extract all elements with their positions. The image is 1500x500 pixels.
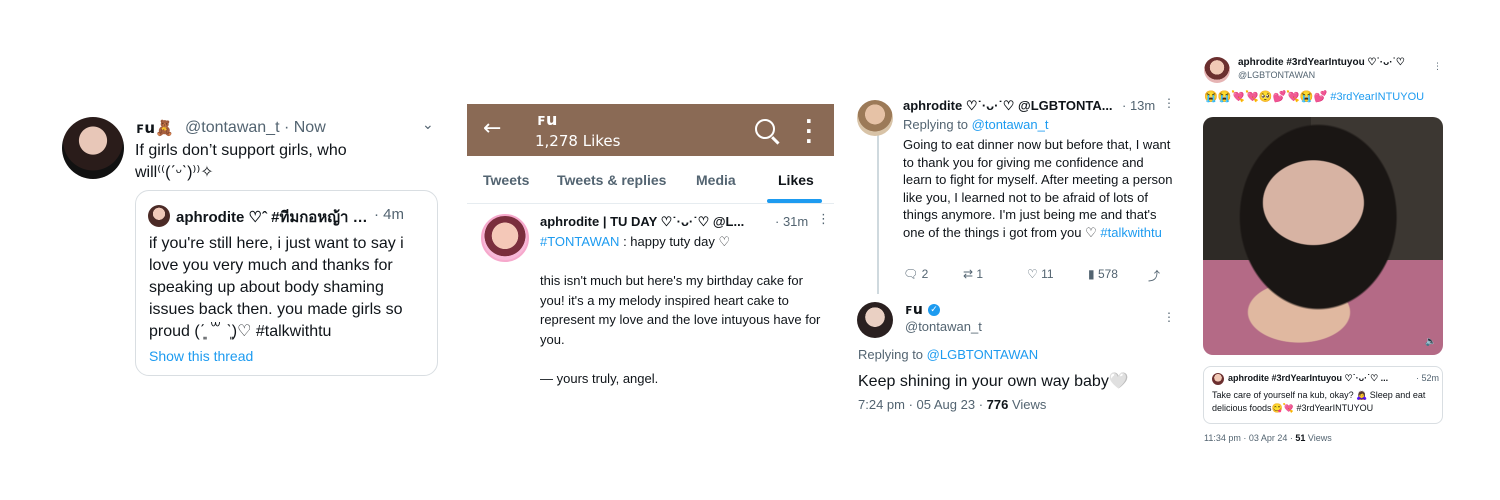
replying-label: Replying to bbox=[903, 117, 972, 132]
speaker-icon[interactable]: 🔈 bbox=[1425, 337, 1436, 347]
tweet-text: If girls don’t support girls, who will⁽⁽… bbox=[135, 142, 347, 181]
tweet-meta: 7:24 pm · 05 Aug 23 · 776 Views bbox=[858, 397, 1046, 412]
views-action[interactable]: ▮ 578 bbox=[1088, 267, 1118, 281]
display-name[interactable]: ꜰu🧸 bbox=[136, 119, 174, 137]
tweet-text: #TONTAWAN : happy tuty day ♡ this isn't … bbox=[540, 232, 830, 388]
comment-icon: 🗨 bbox=[903, 267, 919, 281]
profile-header-bar: ← ꜰu 1,278 Likes · · · bbox=[467, 104, 834, 156]
quoted-display-name: aphrodite ♡ˆ #ทีมกอหญ้า … bbox=[176, 209, 368, 226]
tweet-timestamp[interactable]: 11:34 pm · 03 Apr 24 · bbox=[1204, 433, 1295, 443]
tweet-author[interactable]: aphrodite | TU DAY ♡˙·ᴗ·˙♡ @L... bbox=[540, 214, 744, 230]
tweet-timestamp[interactable]: 7:24 pm · 05 Aug 23 · bbox=[858, 397, 987, 412]
views-count: 578 bbox=[1097, 267, 1118, 281]
verified-badge-icon: ✓ bbox=[928, 304, 940, 316]
reply-action[interactable]: 🗨 2 bbox=[903, 267, 928, 281]
quoted-tweet[interactable]: aphrodite #3rdYearIntuyou ♡˙·ᴗ·˙♡ ... · … bbox=[1203, 366, 1443, 424]
replying-label: Replying to bbox=[858, 347, 927, 362]
more-icon[interactable]: ⋮ bbox=[1433, 62, 1442, 72]
replying-handle-link[interactable]: @LGBTONTAWAN bbox=[927, 347, 1038, 362]
retweet-action[interactable]: ⇄ 1 bbox=[963, 267, 983, 281]
tweet-text: Keep shining in your own way baby🤍 bbox=[858, 373, 1129, 390]
profile-avatar[interactable] bbox=[62, 117, 124, 179]
tweet-meta: 11:34 pm · 03 Apr 24 · 51 Views bbox=[1204, 433, 1332, 443]
tab-likes[interactable]: Likes bbox=[778, 172, 814, 188]
more-icon[interactable]: ⋮ bbox=[1163, 96, 1175, 110]
like-action[interactable]: ♡ 11 bbox=[1027, 267, 1054, 281]
views-number: 51 bbox=[1295, 433, 1306, 443]
emoji-string: 😭😭💘💘🥺💕💘😭💕 bbox=[1204, 91, 1331, 103]
reply-author[interactable]: aphrodite ♡˙·ᴗ·˙♡ @LGBTONTA... bbox=[903, 98, 1113, 114]
more-icon[interactable]: ⋮ bbox=[817, 212, 830, 227]
thread-line bbox=[877, 134, 879, 294]
reply-text: Going to eat dinner now but before that,… bbox=[903, 136, 1173, 242]
quoted-text: if you're still here, i just want to say… bbox=[149, 235, 404, 340]
hashtag-link[interactable]: #talkwithtu bbox=[1100, 225, 1161, 240]
tab-tweets-replies[interactable]: Tweets & replies bbox=[557, 172, 666, 188]
show-thread-link[interactable]: Show this thread bbox=[149, 348, 253, 364]
views-label: Views bbox=[1008, 397, 1047, 412]
heart-icon: ♡ bbox=[1027, 267, 1038, 281]
hashtag-link[interactable]: #3rdYearINTUYOU bbox=[1330, 91, 1424, 103]
divider bbox=[467, 203, 834, 204]
like-count: 11 bbox=[1041, 267, 1054, 281]
retweet-count: 1 bbox=[976, 267, 984, 281]
tweet-body: this isn't much but here's my birthday c… bbox=[540, 273, 821, 386]
quoted-time: · 52m bbox=[1416, 373, 1440, 383]
views-label: Views bbox=[1305, 433, 1332, 443]
bar-chart-icon: ▮ bbox=[1088, 267, 1095, 281]
reply-count: 2 bbox=[921, 267, 929, 281]
author-handle[interactable]: @tontawan_t bbox=[905, 319, 982, 334]
quoted-text: Take care of yourself na kub, okay? 🙇‍♀️… bbox=[1212, 390, 1426, 413]
hashtag-link[interactable]: #TONTAWAN bbox=[540, 234, 619, 249]
reply-time: · 13m bbox=[1122, 98, 1156, 113]
tweet-text: 😭😭💘💘🥺💕💘😭💕 #3rdYearINTUYOU bbox=[1204, 90, 1424, 103]
author-name[interactable]: ꜰu bbox=[905, 302, 923, 318]
tweet-avatar[interactable] bbox=[481, 214, 529, 262]
tweet-line1: : happy tuty day ♡ bbox=[619, 234, 731, 249]
more-vertical-icon[interactable]: · · · bbox=[805, 111, 813, 151]
quoted-time: · 4m bbox=[374, 206, 404, 223]
replying-to: Replying to @tontawan_t bbox=[903, 117, 1048, 132]
author-avatar[interactable] bbox=[1204, 57, 1230, 83]
quoted-avatar bbox=[1212, 373, 1224, 385]
handle-and-time[interactable]: @tontawan_t · Now bbox=[185, 119, 326, 137]
chevron-down-icon[interactable]: ⌄ bbox=[422, 117, 434, 133]
tab-tweets[interactable]: Tweets bbox=[483, 172, 529, 188]
likes-screen: ← ꜰu 1,278 Likes · · · Tweets Tweets & rep… bbox=[467, 104, 834, 404]
replying-handle-link[interactable]: @tontawan_t bbox=[972, 117, 1049, 132]
replying-to: Replying to @LGBTONTAWAN bbox=[858, 347, 1038, 362]
quoted-display-name: aphrodite #3rdYearIntuyou ♡˙·ᴗ·˙♡ ... bbox=[1228, 373, 1389, 383]
video-thumbnail[interactable] bbox=[1203, 117, 1443, 355]
profile-title: ꜰu bbox=[537, 110, 558, 129]
quoted-avatar bbox=[148, 205, 170, 227]
retweet-icon: ⇄ bbox=[963, 267, 974, 281]
author-avatar[interactable] bbox=[857, 302, 893, 338]
views-number: 776 bbox=[986, 397, 1009, 412]
tweet-time: · 31m bbox=[775, 214, 809, 229]
reply-avatar[interactable] bbox=[857, 100, 893, 136]
share-icon[interactable]: ⤴ bbox=[1148, 267, 1160, 284]
more-icon[interactable]: ⋮ bbox=[1163, 310, 1175, 324]
search-icon[interactable] bbox=[755, 119, 775, 139]
back-arrow-icon[interactable]: ← bbox=[483, 116, 501, 141]
author-handle[interactable]: @LGBTONTAWAN bbox=[1238, 70, 1315, 80]
tab-media[interactable]: Media bbox=[696, 172, 736, 188]
quoted-tweet[interactable]: aphrodite ♡ˆ #ทีมกอหญ้า … · 4m if you're… bbox=[135, 190, 438, 376]
likes-count: 1,278 Likes bbox=[535, 132, 621, 150]
author-name[interactable]: aphrodite #3rdYearIntuyou ♡˙·ᴗ·˙♡ bbox=[1238, 57, 1405, 68]
